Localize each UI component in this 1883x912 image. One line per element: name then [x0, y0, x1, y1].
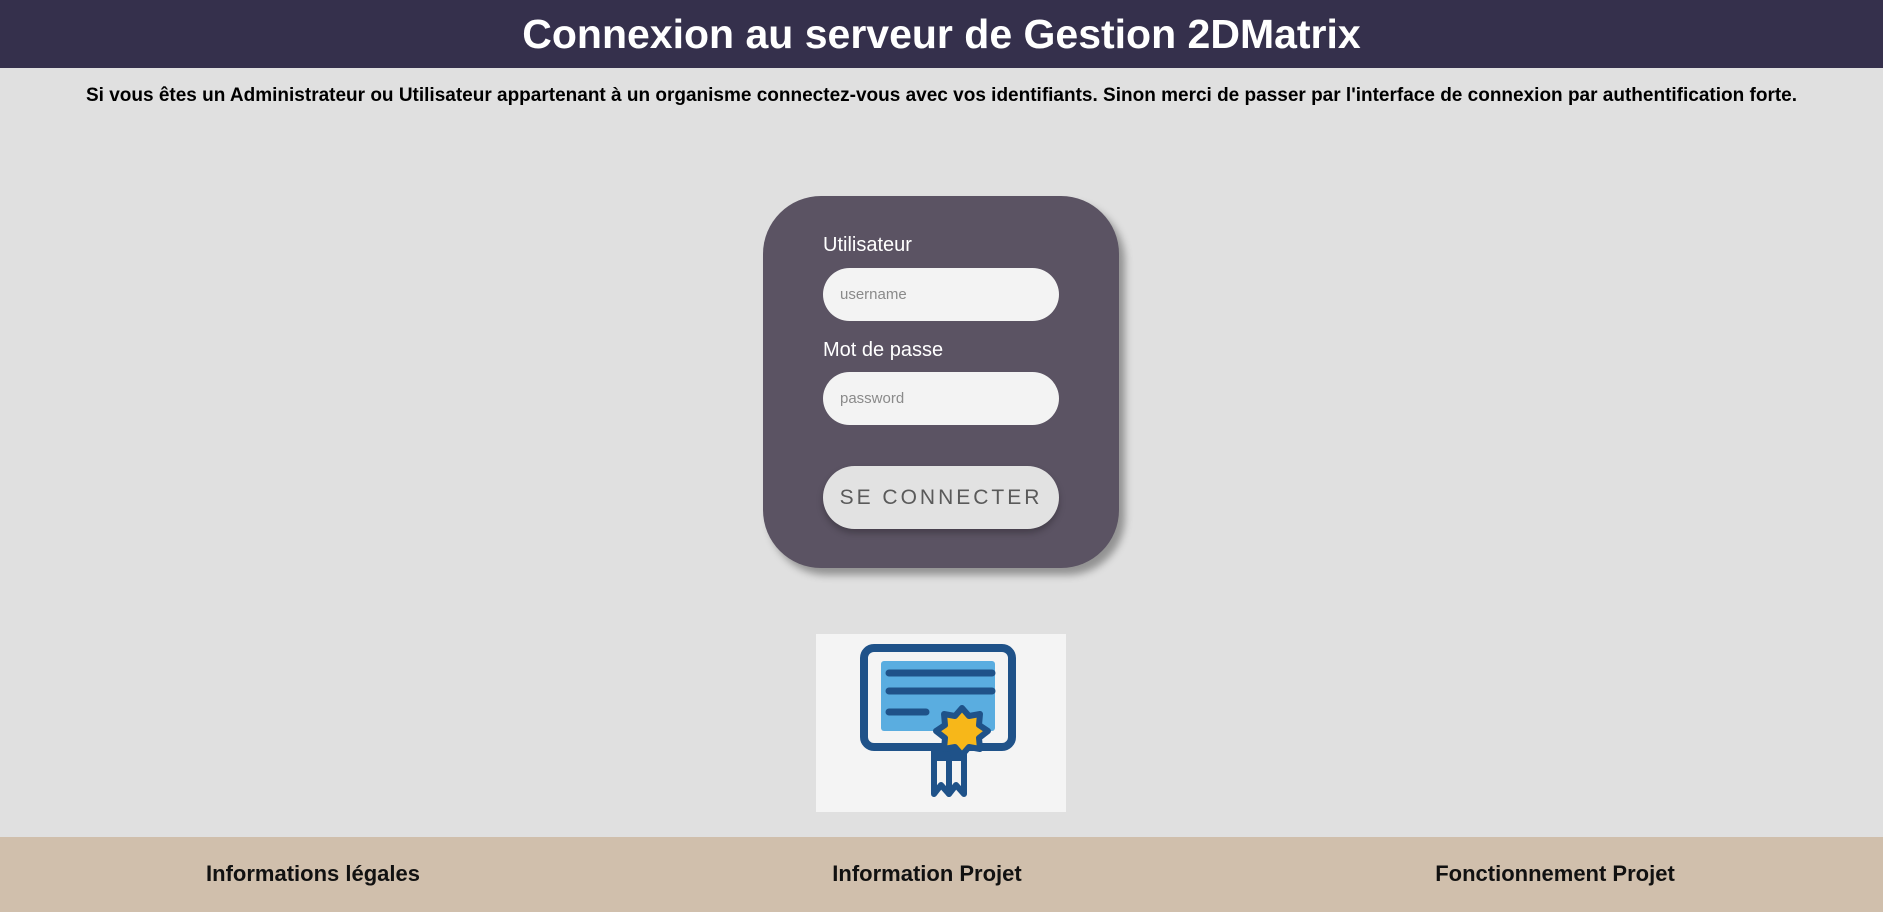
footer-link-legal[interactable]: Informations légales [206, 861, 420, 887]
certificate-icon [860, 644, 1016, 797]
username-label: Utilisateur [823, 234, 912, 256]
page-title: Connexion au serveur de Gestion 2DMatrix [522, 10, 1361, 57]
footer-link-project-info[interactable]: Information Projet [832, 861, 1021, 887]
page-footer: Informations légales Information Projet … [0, 837, 1883, 912]
password-input[interactable] [823, 372, 1059, 425]
intro-text: Si vous êtes un Administrateur ou Utilis… [85, 85, 1798, 106]
page-header: Connexion au serveur de Gestion 2DMatrix [0, 0, 1883, 68]
password-label: Mot de passe [823, 339, 944, 361]
username-input[interactable] [823, 268, 1059, 321]
footer-link-project-operation[interactable]: Fonctionnement Projet [1435, 861, 1675, 887]
login-form: Utilisateur Mot de passe SE CONNECTER [763, 196, 1119, 568]
login-button[interactable]: SE CONNECTER [823, 466, 1059, 529]
strong-auth-link[interactable] [816, 634, 1066, 812]
